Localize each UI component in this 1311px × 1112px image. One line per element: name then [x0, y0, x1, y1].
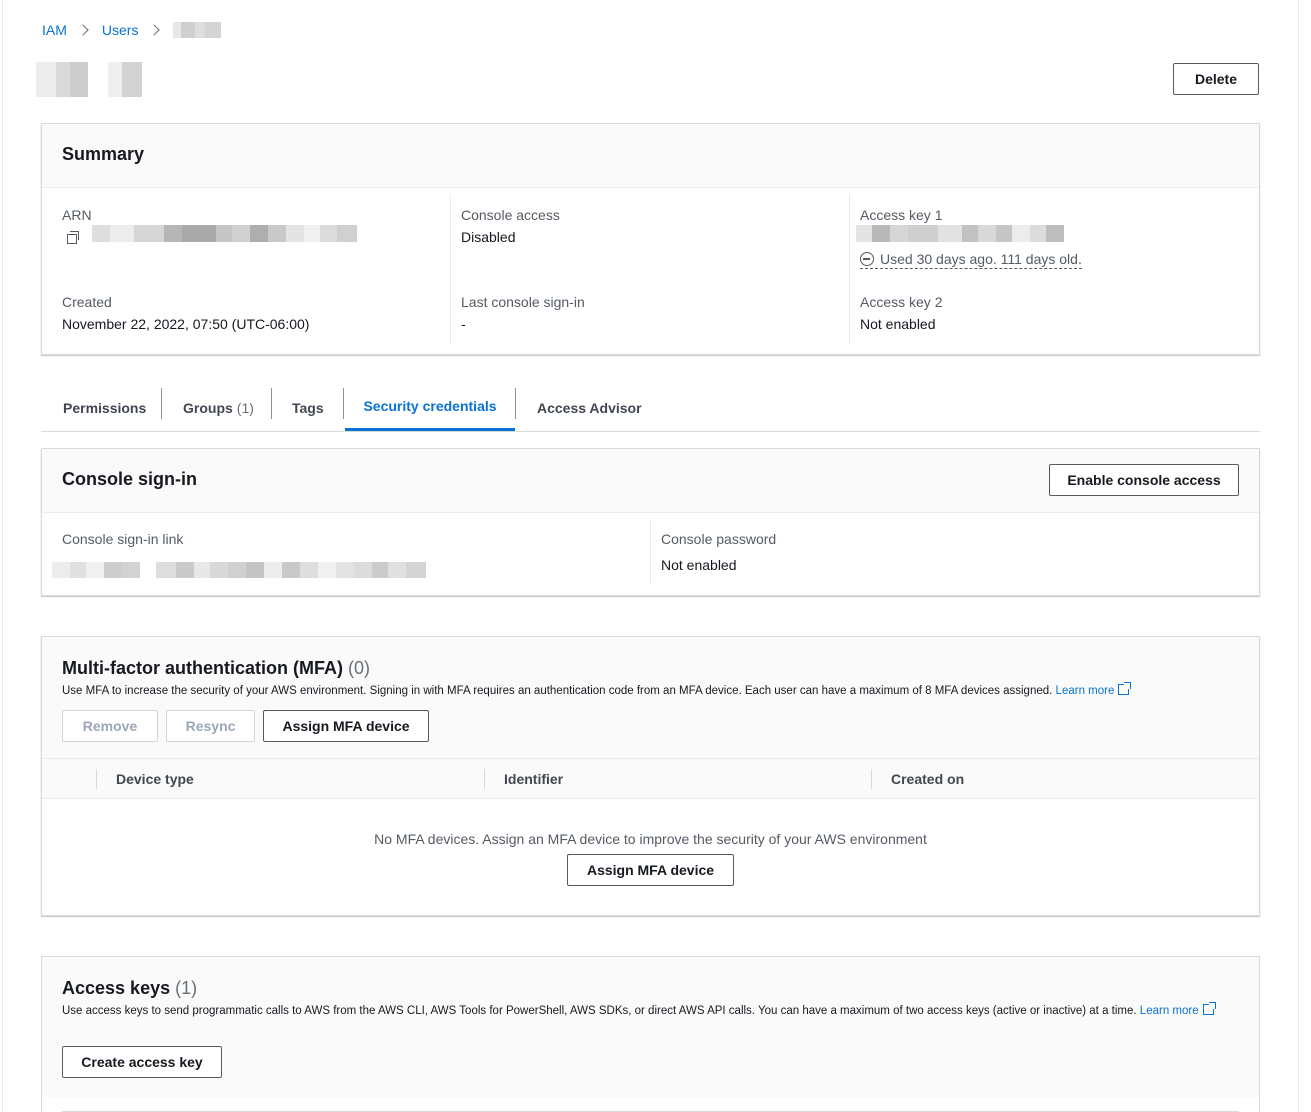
column-separator — [871, 769, 872, 789]
tab-groups-count: (1) — [236, 399, 254, 416]
delete-button[interactable]: Delete — [1173, 63, 1259, 95]
mfa-count: (0) — [348, 658, 370, 678]
enable-console-access-button[interactable]: Enable console access — [1049, 464, 1239, 496]
tab-separator — [161, 388, 162, 419]
mfa-description: Use MFA to increase the security of your… — [62, 682, 1132, 699]
external-link-icon — [1202, 1002, 1216, 1015]
console-access-value: Disabled — [461, 229, 516, 245]
column-device-type[interactable]: Device type — [116, 759, 194, 798]
console-access-label: Console access — [461, 207, 560, 223]
access-key1-status[interactable]: Used 30 days ago. 111 days old. — [860, 251, 1082, 269]
breadcrumb-iam-link[interactable]: IAM — [42, 22, 67, 38]
tab-separator — [515, 388, 516, 419]
page-right-border — [1298, 0, 1299, 1112]
page-title-redacted — [36, 62, 142, 97]
mfa-empty-message: No MFA devices. Assign an MFA device to … — [374, 831, 927, 847]
breadcrumb-current-redacted — [173, 22, 222, 38]
breadcrumb-users-link[interactable]: Users — [102, 22, 139, 38]
access-keys-description-text: Use access keys to send programmatic cal… — [62, 1005, 1137, 1017]
remove-mfa-button[interactable]: Remove — [62, 710, 158, 742]
external-link-icon — [1118, 682, 1132, 695]
copy-icon[interactable] — [67, 231, 79, 244]
assign-mfa-device-empty-button[interactable]: Assign MFA device — [567, 854, 734, 886]
access-key1-label: Access key 1 — [860, 207, 943, 223]
column-divider — [450, 194, 451, 344]
chevron-right-icon — [148, 24, 161, 36]
mfa-description-text: Use MFA to increase the security of your… — [62, 685, 1053, 697]
access-key2-label: Access key 2 — [860, 294, 943, 310]
column-divider — [650, 519, 651, 585]
created-label: Created — [62, 294, 112, 310]
access-keys-title: Access keys (1) — [62, 978, 197, 999]
tab-permissions[interactable]: Permissions — [63, 384, 146, 431]
console-signin-title: Console sign-in — [62, 469, 197, 489]
access-keys-learn-more-link[interactable]: Learn more — [1140, 1002, 1216, 1017]
page-left-border — [2, 0, 3, 1112]
resync-mfa-button[interactable]: Resync — [166, 710, 255, 742]
tab-bar: Permissions Groups (1) Tags Security cre… — [41, 384, 1260, 432]
breadcrumb: IAM Users — [42, 21, 222, 39]
access-keys-description: Use access keys to send programmatic cal… — [62, 1002, 1222, 1019]
created-value: November 22, 2022, 07:50 (UTC-06:00) — [62, 316, 310, 332]
mfa-table-header: Device type Identifier Created on — [42, 759, 1259, 799]
tab-groups-label: Groups — [183, 399, 233, 416]
column-separator — [96, 769, 97, 789]
column-created-on[interactable]: Created on — [891, 759, 964, 798]
mfa-title: Multi-factor authentication (MFA) (0) — [62, 658, 370, 679]
arn-value-redacted — [92, 225, 357, 242]
assign-mfa-device-button[interactable]: Assign MFA device — [263, 710, 429, 742]
column-divider — [849, 194, 850, 344]
chevron-right-icon — [77, 24, 89, 36]
tab-separator — [271, 388, 272, 419]
access-keys-count: (1) — [175, 978, 198, 998]
column-separator — [484, 769, 485, 789]
column-identifier[interactable]: Identifier — [504, 759, 563, 798]
last-signin-value: - — [461, 316, 466, 332]
summary-header: Summary — [42, 124, 1259, 188]
access-key2-value: Not enabled — [860, 316, 936, 332]
console-signin-link-redacted[interactable] — [52, 562, 426, 578]
access-key1-status-text: Used 30 days ago. 111 days old. — [880, 251, 1082, 267]
summary-title: Summary — [62, 144, 145, 164]
mfa-learn-more-link[interactable]: Learn more — [1056, 682, 1132, 697]
last-signin-label: Last console sign-in — [461, 294, 585, 310]
tab-groups[interactable]: Groups (1) — [183, 384, 254, 431]
console-password-label: Console password — [661, 531, 777, 547]
minus-circle-icon — [860, 252, 874, 266]
arn-label: ARN — [62, 207, 92, 223]
tab-separator — [343, 388, 344, 419]
access-key1-value-redacted — [856, 225, 1064, 242]
create-access-key-button[interactable]: Create access key — [62, 1046, 222, 1078]
console-signin-link-label: Console sign-in link — [62, 531, 184, 547]
access-keys-title-text: Access keys — [62, 978, 171, 998]
access-keys-header: Access keys (1) Use access keys to send … — [42, 957, 1259, 1097]
access-keys-panel: Access keys (1) Use access keys to send … — [41, 956, 1260, 1112]
tab-security-credentials[interactable]: Security credentials — [345, 384, 515, 431]
tab-access-advisor[interactable]: Access Advisor — [537, 384, 642, 431]
tab-tags[interactable]: Tags — [292, 384, 324, 431]
mfa-title-text: Multi-factor authentication (MFA) — [62, 658, 343, 678]
console-password-value: Not enabled — [661, 557, 737, 573]
